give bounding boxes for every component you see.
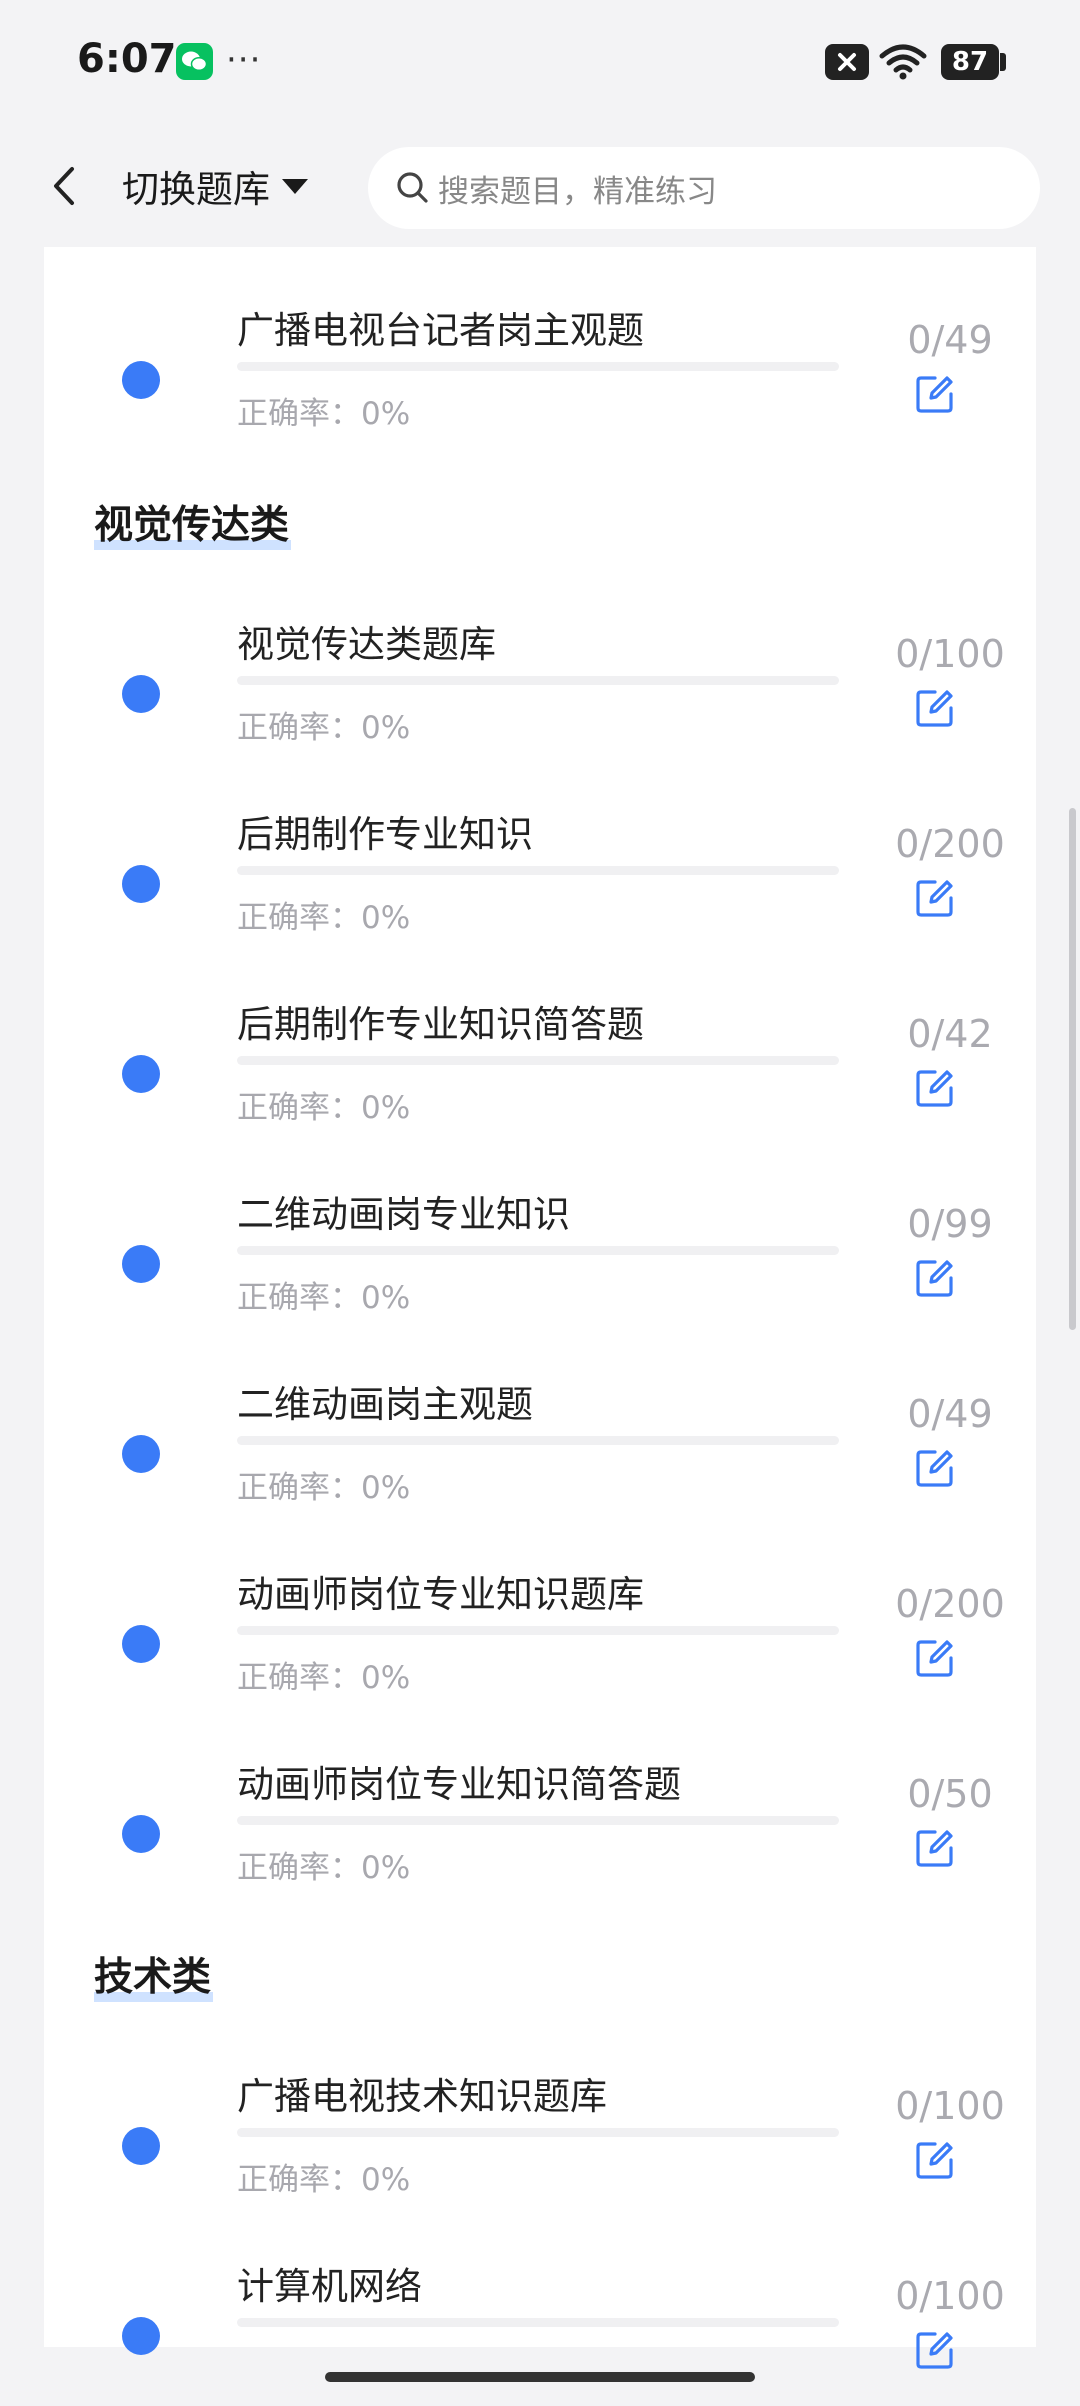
item-title: 动画师岗位专业知识简答题 (237, 1763, 681, 1806)
accuracy-text: 正确率：0% (237, 710, 411, 746)
progress-bar (237, 1626, 839, 1635)
scrollbar[interactable] (1069, 808, 1076, 1330)
accuracy-text: 正确率：0% (237, 1850, 411, 1886)
status-bar: 6:07 ··· 87 (0, 0, 1080, 125)
more-dots-icon: ··· (226, 40, 262, 80)
status-dot (122, 2317, 160, 2355)
accuracy-text: 正确率：0% (237, 900, 411, 936)
question-count: 0/100 (895, 632, 1005, 676)
battery-icon: 87 (941, 44, 999, 80)
status-time: 6:07 (77, 36, 177, 82)
question-count: 0/99 (907, 1202, 993, 1246)
accuracy-text: 正确率：0% (237, 1280, 411, 1316)
back-arrow-icon[interactable] (44, 161, 84, 211)
progress-bar (237, 2318, 839, 2327)
edit-icon[interactable] (915, 1828, 955, 1868)
progress-bar (237, 1816, 839, 1825)
accuracy-text: 正确率：0% (237, 1660, 411, 1696)
section-title: 技术类 (94, 1946, 214, 2002)
item-title: 计算机网络 (237, 2265, 422, 2308)
progress-bar (237, 866, 839, 875)
wechat-icon (176, 43, 213, 80)
progress-bar (237, 362, 839, 371)
accuracy-text: 正确率：0% (237, 1470, 411, 1506)
question-count: 0/200 (895, 822, 1005, 866)
status-dot (122, 1435, 160, 1473)
search-placeholder: 搜索题目，精准练习 (438, 174, 717, 210)
edit-icon[interactable] (915, 878, 955, 918)
question-count: 0/42 (907, 1012, 993, 1056)
question-count: 0/49 (907, 1392, 993, 1436)
wifi-icon (879, 44, 927, 80)
status-dot (122, 1815, 160, 1853)
item-title: 后期制作专业知识 (237, 813, 533, 856)
edit-icon[interactable] (915, 2330, 955, 2370)
question-bank-list: 广播电视台记者岗主观题 正确率：0% 0/49 视觉传达类 视觉传达类题库 正确率：0% 0… (44, 247, 1036, 2369)
progress-bar (237, 676, 839, 685)
question-count: 0/100 (895, 2274, 1005, 2318)
progress-bar (237, 1246, 839, 1255)
status-dot (122, 1245, 160, 1283)
progress-bar (237, 1056, 839, 1065)
status-dot (122, 2127, 160, 2165)
question-bank-item[interactable]: 二维动画岗主观题正确率：0% 0/49 (44, 1374, 1036, 1524)
edit-icon[interactable] (915, 2140, 955, 2180)
question-count: 0/49 (907, 318, 993, 362)
switch-question-bank-button[interactable]: 切换题库 (122, 159, 308, 213)
status-dot (122, 675, 160, 713)
status-dot (122, 1625, 160, 1663)
question-bank-item[interactable]: 动画师岗位专业知识题库正确率：0% 0/200 (44, 1564, 1036, 1714)
accuracy-text: 正确率：0% (237, 2162, 411, 2198)
search-icon (397, 172, 428, 203)
edit-icon[interactable] (915, 688, 955, 728)
progress-bar (237, 1436, 839, 1445)
question-bank-item[interactable]: 广播电视台记者岗主观题正确率：0% 0/49 (44, 300, 1036, 450)
edit-icon[interactable] (915, 1068, 955, 1108)
accuracy-text: 正确率：0% (237, 396, 411, 432)
question-bank-item[interactable]: 视觉传达类题库正确率：0% 0/100 (44, 614, 1036, 764)
progress-bar (237, 2128, 839, 2137)
item-title: 广播电视台记者岗主观题 (237, 309, 644, 352)
question-bank-item[interactable]: 广播电视技术知识题库正确率：0% 0/100 (44, 2066, 1036, 2216)
edit-icon[interactable] (915, 1638, 955, 1678)
question-bank-item[interactable]: 动画师岗位专业知识简答题正确率：0% 0/50 (44, 1754, 1036, 1904)
mute-icon (825, 44, 869, 80)
battery-cap (1000, 53, 1006, 71)
edit-icon[interactable] (915, 1258, 955, 1298)
question-bank-item[interactable]: 二维动画岗专业知识正确率：0% 0/99 (44, 1184, 1036, 1334)
accuracy-text: 正确率：0% (237, 1090, 411, 1126)
question-bank-item[interactable]: 后期制作专业知识简答题正确率：0% 0/42 (44, 994, 1036, 1144)
question-count: 0/50 (907, 1772, 993, 1816)
edit-icon[interactable] (915, 1448, 955, 1488)
question-count: 0/100 (895, 2084, 1005, 2128)
question-count: 0/200 (895, 1582, 1005, 1626)
item-title: 二维动画岗专业知识 (237, 1193, 570, 1236)
header: 切换题库 搜索题目，精准练习 (0, 125, 1080, 247)
item-title: 广播电视技术知识题库 (237, 2075, 607, 2118)
caret-down-icon (282, 178, 308, 194)
home-indicator[interactable] (325, 2372, 755, 2382)
status-dot (122, 361, 160, 399)
item-title: 动画师岗位专业知识题库 (237, 1573, 644, 1616)
item-title: 后期制作专业知识简答题 (237, 1003, 644, 1046)
item-title: 视觉传达类题库 (237, 623, 496, 666)
edit-icon[interactable] (915, 374, 955, 414)
item-title: 二维动画岗主观题 (237, 1383, 533, 1426)
question-bank-item[interactable]: 计算机网络 0/100 (44, 2256, 1036, 2406)
question-bank-item[interactable]: 后期制作专业知识正确率：0% 0/200 (44, 804, 1036, 954)
switch-bank-label: 切换题库 (122, 168, 270, 211)
section-title: 视觉传达类 (94, 494, 292, 550)
status-dot (122, 865, 160, 903)
status-dot (122, 1055, 160, 1093)
search-input[interactable]: 搜索题目，精准练习 (368, 147, 1040, 229)
